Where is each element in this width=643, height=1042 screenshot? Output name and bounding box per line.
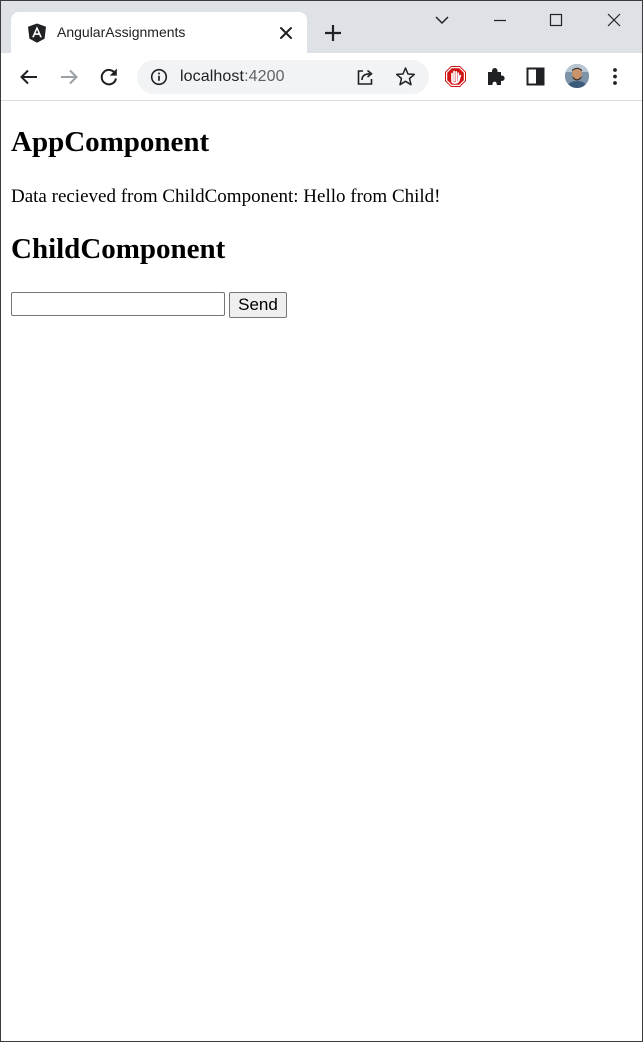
- browser-tab[interactable]: AngularAssignments: [11, 12, 307, 53]
- avatar[interactable]: [565, 64, 589, 88]
- minimize-icon[interactable]: [490, 10, 510, 30]
- puzzle-extensions-icon[interactable]: [485, 66, 506, 87]
- url-host: localhost: [180, 68, 245, 85]
- star-icon[interactable]: [395, 66, 416, 87]
- data-received-message: Data recieved from ChildComponent: Hello…: [11, 186, 441, 207]
- send-button[interactable]: Send: [229, 292, 287, 318]
- url-text: localhost:4200: [180, 68, 285, 86]
- maximize-icon[interactable]: [546, 10, 566, 30]
- close-window-icon[interactable]: [604, 10, 624, 30]
- app-component-heading: AppComponent: [11, 126, 210, 158]
- share-icon[interactable]: [355, 67, 375, 87]
- message-input[interactable]: [11, 292, 225, 316]
- browser-window: AngularAssignments localhost:4200 AppCom…: [0, 0, 643, 1042]
- profile-picture: [565, 64, 589, 88]
- angular-logo-icon: [28, 23, 46, 43]
- info-icon[interactable]: [150, 68, 168, 86]
- tab-strip: AngularAssignments: [1, 1, 642, 53]
- close-tab-icon[interactable]: [277, 24, 295, 42]
- forward-arrow-icon[interactable]: [58, 66, 80, 88]
- reload-icon[interactable]: [98, 66, 120, 88]
- child-component-heading: ChildComponent: [11, 233, 226, 265]
- side-panel-icon[interactable]: [525, 66, 546, 87]
- address-bar[interactable]: localhost:4200: [137, 60, 429, 94]
- new-tab-plus-icon[interactable]: [323, 23, 343, 43]
- url-port: :4200: [244, 68, 285, 85]
- tab-title: AngularAssignments: [57, 24, 186, 40]
- back-arrow-icon[interactable]: [18, 66, 40, 88]
- browser-toolbar: localhost:4200: [1, 53, 642, 101]
- tab-search-chevron-icon[interactable]: [432, 10, 452, 30]
- kebab-menu-icon[interactable]: [605, 66, 625, 87]
- page-content: AppComponent Data recieved from ChildCom…: [1, 101, 642, 1041]
- adblock-stop-icon[interactable]: [444, 65, 467, 88]
